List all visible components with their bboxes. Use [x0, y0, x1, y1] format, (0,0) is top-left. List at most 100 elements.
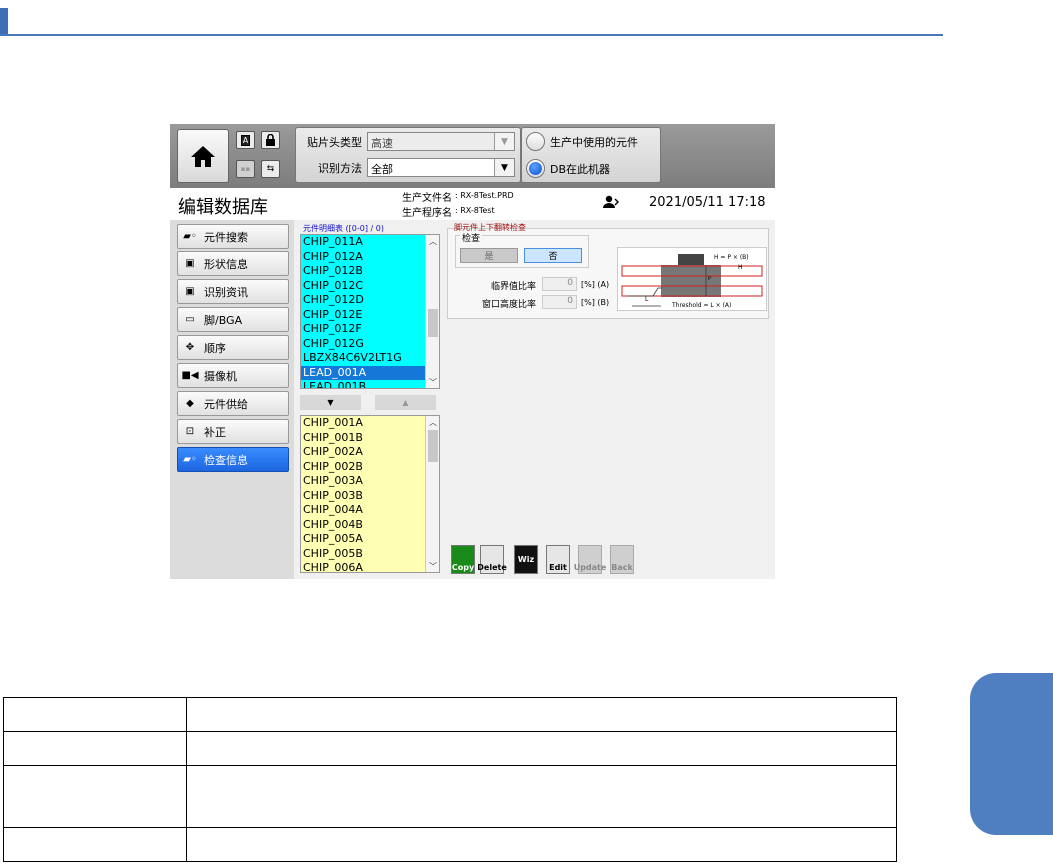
table-row — [3, 765, 897, 828]
menu-label: 元件供给 — [204, 397, 248, 411]
menu-sequence[interactable]: ✥ 顺序 — [177, 335, 289, 360]
head-type-value: 高速 — [371, 137, 393, 150]
list-item[interactable]: CHIP_004A — [301, 503, 439, 518]
chevron-up-icon[interactable]: ︿ — [426, 235, 439, 247]
list-item[interactable]: CHIP_003A — [301, 474, 439, 489]
table-row — [3, 697, 897, 732]
move-up-button[interactable]: ▲ — [375, 395, 436, 410]
list-item[interactable]: LEAD_001B — [301, 380, 439, 388]
component-list-upper[interactable]: CHIP_011A CHIP_012A CHIP_012B CHIP_012C … — [300, 234, 440, 389]
list-item[interactable]: CHIP_011A — [301, 235, 439, 250]
menu-shape-info[interactable]: ▣ 形状信息 — [177, 251, 289, 276]
diagram-l-label: L — [645, 296, 649, 303]
list-item[interactable]: CHIP_005A — [301, 532, 439, 547]
menu-label: 脚/BGA — [204, 313, 243, 327]
wizard-button[interactable]: Wiz — [514, 545, 538, 574]
list-item[interactable]: CHIP_012F — [301, 322, 439, 337]
list-item[interactable]: LBZX84C6V2LT1G — [301, 351, 439, 366]
transfer-button[interactable]: ⇆ — [261, 160, 280, 178]
head-type-label: 贴片头类型 — [307, 136, 362, 149]
chevron-up-icon[interactable]: ︿ — [426, 416, 439, 428]
menu-recognition[interactable]: ▣ 识别资讯 — [177, 279, 289, 304]
list-item[interactable]: CHIP_001B — [301, 431, 439, 446]
list-item[interactable]: CHIP_003B — [301, 489, 439, 504]
app-window: A ▪▪ ⇆ 贴片头类型 高速 ▼ 识别方法 全部 ▼ 生产中使用的元件 DB在… — [170, 124, 775, 579]
menu-label: 顺序 — [204, 341, 226, 355]
table-cell — [186, 731, 897, 766]
window-ratio-input[interactable]: 0 — [542, 295, 577, 309]
diagram-threshold: Threshold = L × (A) — [672, 302, 732, 309]
menu-inspection-info[interactable]: ▰◦ 检查信息 — [177, 447, 289, 472]
menu-label: 识别资讯 — [204, 285, 248, 299]
table-row — [3, 827, 897, 862]
diagram-formula-h: H = P × (B) — [714, 254, 749, 261]
check-yes-button[interactable]: 是 — [460, 248, 518, 263]
chevron-down-icon: ▼ — [494, 133, 514, 150]
list-item[interactable]: CHIP_012A — [301, 250, 439, 265]
check-no-button[interactable]: 否 — [524, 248, 582, 263]
critical-ratio-input[interactable]: 0 — [542, 277, 577, 291]
delete-button[interactable]: Delete — [477, 545, 507, 574]
update-button[interactable]: Update — [574, 545, 606, 574]
menu-label: 摄像机 — [204, 369, 237, 383]
component-list-lower[interactable]: CHIP_001A CHIP_001B CHIP_002A CHIP_002B … — [300, 415, 440, 573]
header-accent-bar — [0, 8, 8, 34]
table-cell — [186, 765, 897, 828]
radio-circle-selected — [526, 159, 545, 178]
table-cell — [3, 731, 187, 766]
chevron-down-icon[interactable]: ﹀ — [426, 560, 439, 572]
menu-component-search[interactable]: ▰◦ 元件搜索 — [177, 224, 289, 249]
menu-label: 元件搜索 — [204, 230, 248, 244]
menu-camera[interactable]: ■◀ 摄像机 — [177, 363, 289, 388]
radio-in-use[interactable]: 生产中使用的元件 — [526, 132, 638, 151]
inspection-icon: ▰◦ — [183, 454, 197, 465]
keyboard-a-icon: A — [240, 134, 251, 146]
upper-list-scrollbar[interactable]: ︿ ﹀ — [425, 235, 439, 388]
copy-button[interactable]: Copy — [451, 545, 475, 574]
lower-list-scrollbar[interactable]: ︿ ﹀ — [425, 416, 439, 572]
chapter-side-tab — [970, 673, 1053, 835]
list-item[interactable]: CHIP_004B — [301, 518, 439, 533]
list-item[interactable]: CHIP_002B — [301, 460, 439, 475]
menu-feeder[interactable]: ◆ 元件供给 — [177, 391, 289, 416]
operator-button[interactable]: ▪▪ — [236, 160, 255, 178]
home-icon — [191, 146, 215, 167]
correction-icon: ⊡ — [185, 426, 195, 437]
top-toolbar: A ▪▪ ⇆ 贴片头类型 高速 ▼ 识别方法 全部 ▼ 生产中使用的元件 DB在… — [170, 124, 775, 188]
list-item[interactable]: CHIP_005B — [301, 547, 439, 562]
back-button[interactable]: Back — [610, 545, 634, 574]
list-item[interactable]: CHIP_012B — [301, 264, 439, 279]
edit-button[interactable]: Edit — [546, 545, 570, 574]
menu-label: 形状信息 — [204, 257, 248, 271]
component-list-label: 元件明细表 ([0-0] / 0) — [303, 224, 384, 233]
page-title: 编辑数据库 — [178, 197, 268, 218]
sequence-icon: ✥ — [185, 342, 195, 353]
check-label: 检查 — [460, 231, 483, 244]
home-button[interactable] — [177, 129, 229, 183]
lock-button[interactable] — [261, 131, 280, 149]
move-down-button[interactable]: ▼ — [300, 395, 361, 410]
user-icon — [603, 195, 619, 208]
table-cell — [3, 697, 187, 732]
menu-lead-bga[interactable]: ▭ 脚/BGA — [177, 307, 289, 332]
list-item-selected[interactable]: LEAD_001A — [301, 365, 439, 380]
scroll-thumb[interactable] — [428, 430, 438, 462]
list-item[interactable]: CHIP_006A — [301, 561, 439, 572]
table-row — [3, 731, 897, 766]
list-item[interactable]: CHIP_012E — [301, 308, 439, 323]
head-type-select[interactable]: 高速 ▼ — [367, 132, 515, 151]
list-item[interactable]: CHIP_002A — [301, 445, 439, 460]
radio-db-machine[interactable]: DB在此机器 — [526, 159, 610, 178]
recog-method-select[interactable]: 全部 ▼ — [367, 158, 515, 177]
keyboard-lock-button[interactable]: A — [236, 131, 255, 149]
list-item[interactable]: CHIP_001A — [301, 416, 439, 431]
radio-in-use-label: 生产中使用的元件 — [550, 135, 638, 149]
list-item[interactable]: CHIP_012D — [301, 293, 439, 308]
list-item[interactable]: CHIP_012C — [301, 279, 439, 294]
lead-bga-icon: ▭ — [185, 314, 195, 325]
chevron-down-icon[interactable]: ﹀ — [426, 376, 439, 388]
header-rule — [0, 34, 943, 36]
menu-correction[interactable]: ⊡ 补正 — [177, 419, 289, 444]
scroll-thumb[interactable] — [428, 309, 438, 337]
list-item[interactable]: CHIP_012G — [301, 337, 439, 352]
